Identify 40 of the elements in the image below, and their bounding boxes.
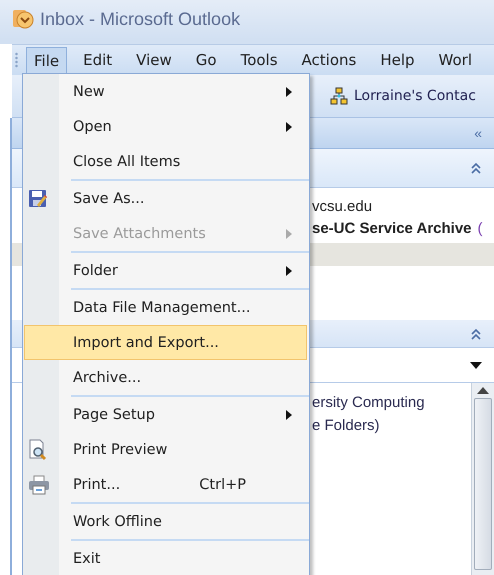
menu-item[interactable]: Go — [188, 46, 225, 74]
menu-item[interactable]: Print... Ctrl+P — [24, 467, 307, 502]
menu-item[interactable]: Work Offline — [24, 504, 307, 539]
menu-item[interactable]: View — [128, 46, 180, 74]
menu-item[interactable]: Edit — [75, 46, 120, 74]
menu-item[interactable]: Archive... — [24, 360, 307, 395]
menu-item[interactable]: Actions — [294, 46, 364, 74]
menu-item[interactable]: Open — [24, 109, 307, 144]
email-address: vcsu.edu — [312, 197, 372, 217]
menu-item[interactable]: Close All Items — [24, 144, 307, 179]
folder-name: se-UC Service Archive — [312, 219, 472, 239]
folder-tree-item[interactable]: ersity Computing — [312, 391, 425, 414]
scrollbar[interactable] — [471, 383, 494, 575]
save-icon — [28, 188, 48, 208]
outlook-logo-icon — [12, 8, 34, 30]
menu-item[interactable]: Print Preview — [24, 432, 307, 467]
print-preview-icon — [28, 438, 48, 460]
menu-item[interactable]: Tools — [232, 46, 286, 74]
printer-icon — [28, 474, 50, 494]
scroll-up-icon[interactable] — [477, 387, 489, 394]
collapse-icon[interactable] — [470, 162, 482, 174]
menu-item[interactable]: Folder — [24, 253, 307, 288]
collapse-icon[interactable] — [470, 328, 482, 340]
org-chart-icon — [330, 87, 348, 105]
window-title: Inbox - Microsoft Outlook — [40, 8, 240, 30]
menu-item[interactable]: Worl — [430, 46, 480, 74]
collapse-pane-button[interactable]: « — [474, 125, 482, 141]
contacts-button[interactable]: Lorraine's Contac — [330, 87, 476, 105]
menu-item[interactable]: New — [24, 74, 307, 109]
menubar-grip[interactable] — [15, 52, 18, 68]
dropdown-arrow-icon[interactable] — [470, 362, 482, 368]
folder-tree-item[interactable]: e Folders) — [312, 414, 380, 437]
menu-item[interactable]: File — [26, 46, 68, 74]
folder-count: ( — [478, 219, 483, 239]
menu-item[interactable]: Help — [372, 46, 423, 74]
menu-item[interactable]: Import and Export... — [24, 325, 307, 360]
menu-item[interactable]: Save As... — [24, 181, 307, 216]
menu-item[interactable]: Exit — [24, 541, 307, 575]
menu-item[interactable]: Page Setup — [24, 397, 307, 432]
menu-item[interactable]: Data File Management... — [24, 290, 307, 325]
